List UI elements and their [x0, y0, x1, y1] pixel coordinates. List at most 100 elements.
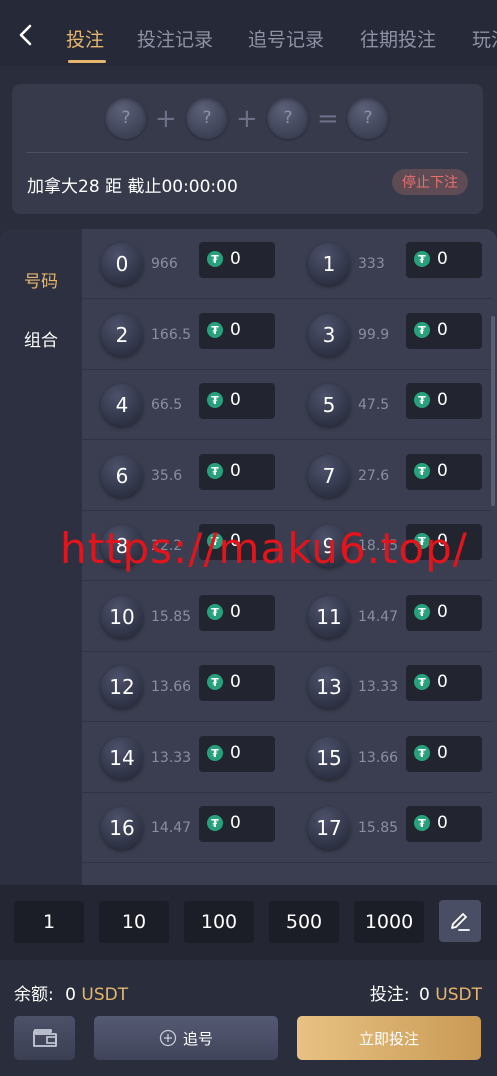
plus-sign: +: [236, 104, 258, 134]
bet-amount-input[interactable]: ₮ 0: [199, 806, 275, 842]
tab-bet[interactable]: 投注: [66, 25, 104, 52]
balance-display: 余额: 0 USDT: [14, 980, 128, 1005]
bet-amount-value: 0: [437, 320, 448, 340]
number-ball[interactable]: 13: [308, 666, 350, 708]
number-ball[interactable]: 11: [308, 596, 350, 638]
balance-unit: USDT: [81, 985, 129, 1005]
tether-icon: ₮: [207, 674, 223, 690]
number-ball[interactable]: 5: [308, 384, 350, 426]
bet-unit: USDT: [435, 985, 482, 1005]
number-ball[interactable]: 3: [308, 314, 350, 356]
number-row: 4 66.5 ₮ 0 5 47.5 ₮ 0: [82, 370, 492, 440]
bet-amount-input[interactable]: ₮ 0: [406, 454, 482, 490]
bet-amount-value: 0: [230, 249, 241, 269]
scrollbar[interactable]: [491, 316, 495, 506]
bet-amount-input[interactable]: ₮ 0: [199, 736, 275, 772]
bet-value: 0: [419, 985, 430, 1005]
follow-bet-label: 追号: [182, 1029, 213, 1048]
tab-bet-records[interactable]: 投注记录: [137, 25, 213, 52]
chip-10[interactable]: 10: [99, 901, 169, 943]
number-ball[interactable]: 16: [101, 807, 143, 849]
number-ball[interactable]: 6: [101, 455, 143, 497]
chip-1000[interactable]: 1000: [354, 901, 424, 943]
tether-icon: ₮: [207, 392, 223, 408]
bet-amount-input[interactable]: ₮ 0: [406, 806, 482, 842]
divider: [26, 152, 468, 153]
odds-value: 14.47: [358, 609, 399, 625]
bet-amount-input[interactable]: ₮ 0: [199, 383, 275, 419]
tab-history[interactable]: 往期投注: [360, 25, 436, 52]
number-row: 2 166.5 ₮ 0 3 99.9 ₮ 0: [82, 300, 492, 370]
follow-bet-button[interactable]: 追号: [94, 1016, 278, 1060]
bet-amount-value: 0: [230, 743, 241, 763]
tether-icon: ₮: [414, 604, 430, 620]
odds-value: 27.6: [358, 468, 390, 484]
wallet-icon: [32, 1029, 57, 1047]
bet-amount-input[interactable]: ₮ 0: [199, 242, 275, 278]
stop-betting-button[interactable]: 停止下注: [392, 169, 468, 195]
bet-amount-input[interactable]: ₮ 0: [406, 313, 482, 349]
lottery-countdown: 加拿大28 距 截止00:00:00: [27, 177, 238, 197]
bet-amount-value: 0: [437, 602, 448, 622]
tether-icon: ₮: [414, 815, 430, 831]
odds-value: 35.6: [151, 468, 183, 484]
bet-amount-value: 0: [437, 390, 448, 410]
tether-icon: ₮: [207, 815, 223, 831]
number-ball[interactable]: 4: [101, 384, 143, 426]
wallet-button[interactable]: [14, 1016, 75, 1060]
bet-amount-input[interactable]: ₮ 0: [406, 242, 482, 278]
tether-icon: ₮: [414, 745, 430, 761]
place-bet-button[interactable]: 立即投注: [297, 1016, 481, 1060]
tab-follow-records[interactable]: 追号记录: [248, 25, 324, 52]
bet-amount-input[interactable]: ₮ 0: [406, 665, 482, 701]
number-row: 6 35.6 ₮ 0 7 27.6 ₮ 0: [82, 441, 492, 511]
bet-amount-input[interactable]: ₮ 0: [199, 313, 275, 349]
sidebar-item-combination[interactable]: 组合: [0, 326, 82, 351]
bet-amount-input[interactable]: ₮ 0: [406, 736, 482, 772]
bet-amount-value: 0: [437, 813, 448, 833]
tether-icon: ₮: [207, 745, 223, 761]
odds-value: 13.66: [151, 679, 192, 695]
number-row: 16 14.47 ₮ 0 17 15.85 ₮ 0: [82, 793, 492, 863]
bet-amount-value: 0: [437, 249, 448, 269]
edit-chips-button[interactable]: [439, 900, 481, 942]
number-row: 14 13.33 ₮ 0 15 13.66 ₮ 0: [82, 723, 492, 793]
odds-value: 13.33: [151, 750, 192, 766]
tether-icon: ₮: [414, 251, 430, 267]
chip-bar: 1 10 100 500 1000: [0, 885, 497, 960]
number-ball[interactable]: 14: [101, 737, 143, 779]
chip-1[interactable]: 1: [14, 901, 84, 943]
bet-amount-input[interactable]: ₮ 0: [199, 454, 275, 490]
bet-amount-input[interactable]: ₮ 0: [406, 383, 482, 419]
number-ball[interactable]: 15: [308, 737, 350, 779]
tether-icon: ₮: [414, 322, 430, 338]
odds-value: 966: [151, 256, 178, 272]
plus-circle-icon: [159, 1029, 177, 1047]
number-ball[interactable]: 0: [101, 243, 143, 285]
chip-500[interactable]: 500: [269, 901, 339, 943]
result-ball: ?: [186, 97, 228, 139]
tab-rules[interactable]: 玩法: [472, 25, 497, 52]
bet-amount-input[interactable]: ₮ 0: [199, 595, 275, 631]
number-ball[interactable]: 10: [101, 596, 143, 638]
result-ball: ?: [105, 97, 147, 139]
chip-100[interactable]: 100: [184, 901, 254, 943]
number-ball[interactable]: 7: [308, 455, 350, 497]
bet-amount-value: 0: [230, 813, 241, 833]
tether-icon: ₮: [414, 463, 430, 479]
number-ball[interactable]: 12: [101, 666, 143, 708]
odds-value: 99.9: [358, 327, 390, 343]
bet-amount-value: 0: [230, 461, 241, 481]
bet-amount-value: 0: [230, 390, 241, 410]
bet-amount-input[interactable]: ₮ 0: [199, 665, 275, 701]
sidebar-item-numbers[interactable]: 号码: [0, 267, 82, 292]
number-row: 12 13.66 ₮ 0 13 13.33 ₮ 0: [82, 652, 492, 722]
back-arrow-icon[interactable]: [14, 22, 40, 48]
number-row: 0 966 ₮ 0 1 333 ₮ 0: [82, 229, 492, 299]
number-ball[interactable]: 17: [308, 807, 350, 849]
odds-value: 15.85: [151, 609, 192, 625]
number-ball[interactable]: 2: [101, 314, 143, 356]
bet-amount-value: 0: [437, 672, 448, 692]
bet-amount-input[interactable]: ₮ 0: [406, 595, 482, 631]
number-ball[interactable]: 1: [308, 243, 350, 285]
